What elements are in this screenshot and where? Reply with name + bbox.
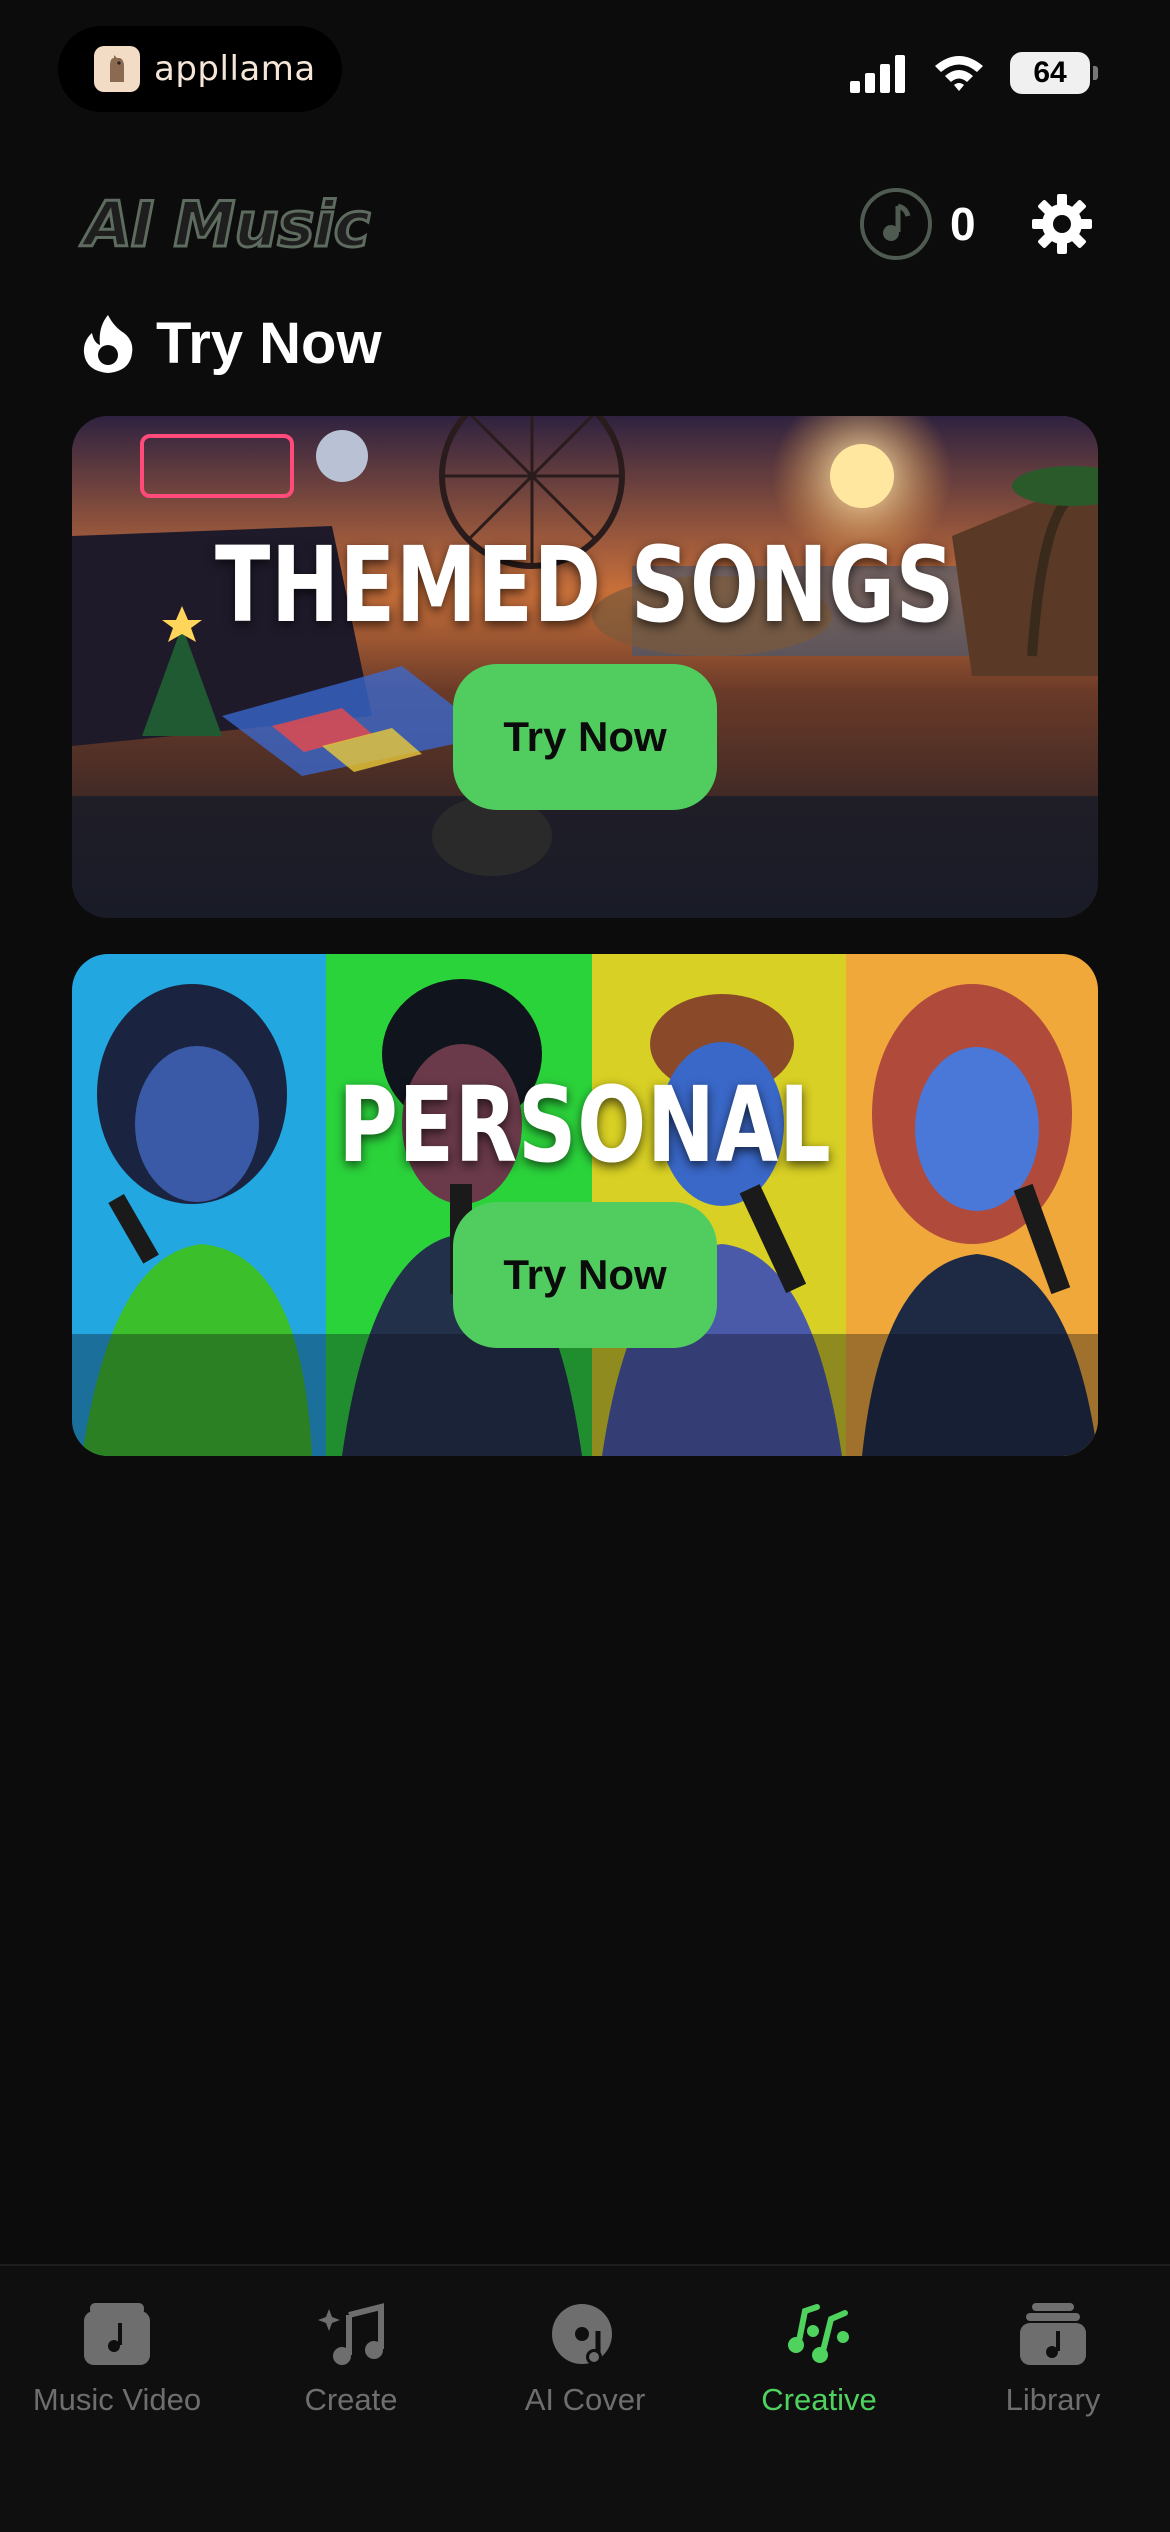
- themed-songs-try-now-button[interactable]: Try Now: [453, 664, 717, 810]
- creative-notes-icon: [702, 2296, 936, 2372]
- tab-create[interactable]: Create: [234, 2296, 468, 2418]
- tab-creative[interactable]: Creative: [702, 2296, 936, 2418]
- section-title-label: Try Now: [156, 311, 382, 376]
- personal-try-now-button[interactable]: Try Now: [453, 1202, 717, 1348]
- section-title: Try Now: [80, 310, 382, 377]
- music-note-icon: [860, 188, 932, 260]
- battery-level: 64: [1033, 56, 1067, 89]
- credit-count: 0: [950, 198, 976, 250]
- app-badge[interactable]: appllama: [58, 26, 342, 112]
- header: AI Music 0: [0, 180, 1170, 270]
- personal-title: PERSONAL: [338, 1064, 832, 1186]
- status-icons: 64: [848, 52, 1098, 94]
- credits-counter[interactable]: 0: [860, 188, 976, 260]
- wifi-icon: [935, 56, 983, 91]
- create-music-icon: [234, 2296, 468, 2372]
- gear-icon[interactable]: [1030, 192, 1094, 261]
- tab-bar: Music Video Create AI Cover Creative Lib…: [0, 2264, 1170, 2532]
- flame-icon: [83, 314, 133, 373]
- screen: appllama 64 AI Music 0 Try Now THEMED SO…: [0, 0, 1170, 2532]
- personal-card[interactable]: PERSONAL Try Now: [72, 954, 1098, 1456]
- tab-library[interactable]: Library: [936, 2296, 1170, 2418]
- tab-music-video[interactable]: Music Video: [0, 2296, 234, 2418]
- music-video-icon: [0, 2296, 234, 2372]
- status-bar: appllama 64: [0, 0, 1170, 140]
- tab-ai-cover[interactable]: AI Cover: [468, 2296, 702, 2418]
- battery-icon: 64: [1010, 52, 1098, 94]
- library-icon: [936, 2296, 1170, 2372]
- tab-music-video-label: Music Video: [32, 2382, 202, 2417]
- llama-logo-icon: [94, 46, 140, 92]
- themed-songs-title: THEMED SONGS: [214, 524, 956, 646]
- tab-library-label: Library: [1005, 2382, 1101, 2417]
- themed-songs-card[interactable]: THEMED SONGS Try Now: [72, 416, 1098, 918]
- app-badge-label: appllama: [154, 49, 316, 89]
- tab-ai-cover-label: AI Cover: [524, 2382, 646, 2417]
- vinyl-icon: [468, 2296, 702, 2372]
- signal-icon: [850, 55, 905, 93]
- tab-create-label: Create: [304, 2382, 398, 2417]
- app-title: AI Music: [82, 187, 371, 263]
- tab-creative-label: Creative: [761, 2382, 877, 2417]
